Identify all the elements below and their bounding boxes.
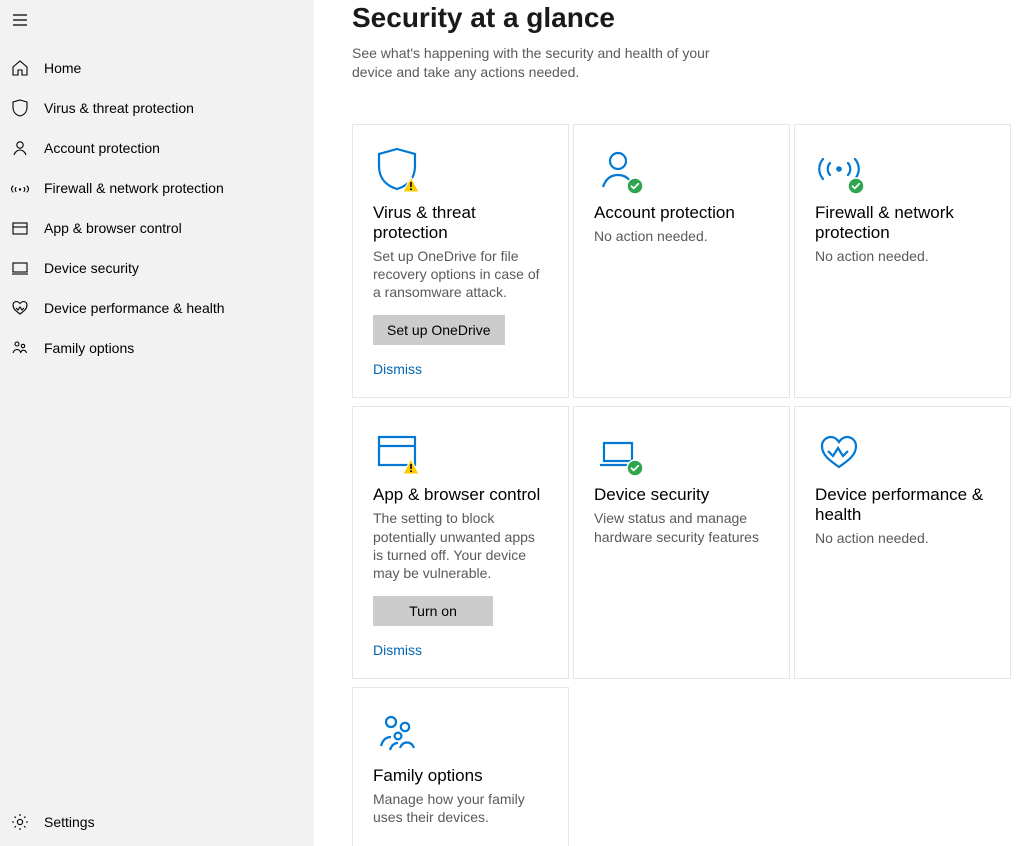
warning-badge-icon xyxy=(401,175,421,195)
hamburger-icon xyxy=(11,11,29,29)
sidebar-item-label: Family options xyxy=(44,340,134,356)
sidebar-item-label: Settings xyxy=(44,814,95,830)
card-description: Manage how your family uses their device… xyxy=(373,790,548,826)
sidebar-item-performance[interactable]: Device performance & health xyxy=(0,288,314,328)
sidebar-item-virus-threat[interactable]: Virus & threat protection xyxy=(0,88,314,128)
sidebar-item-account-protection[interactable]: Account protection xyxy=(0,128,314,168)
browser-icon xyxy=(8,218,32,238)
ok-badge-icon xyxy=(847,177,865,195)
card-title: Virus & threat protection xyxy=(373,203,548,243)
sidebar-item-home[interactable]: Home xyxy=(0,48,314,88)
family-icon xyxy=(8,338,32,358)
warning-badge-icon xyxy=(401,457,421,477)
card-title: App & browser control xyxy=(373,485,540,505)
turn-on-button[interactable]: Turn on xyxy=(373,596,493,626)
browser-icon xyxy=(373,427,421,475)
sidebar-item-app-browser[interactable]: App & browser control xyxy=(0,208,314,248)
card-title: Family options xyxy=(373,766,483,786)
card-firewall[interactable]: Firewall & network protection No action … xyxy=(794,124,1011,399)
card-title: Device security xyxy=(594,485,709,505)
card-description: No action needed. xyxy=(815,529,929,547)
card-app-browser[interactable]: App & browser control The setting to blo… xyxy=(352,406,569,679)
card-device-security[interactable]: Device security View status and manage h… xyxy=(573,406,790,679)
sidebar-item-label: Firewall & network protection xyxy=(44,180,224,196)
dismiss-link[interactable]: Dismiss xyxy=(373,361,422,377)
sidebar-item-label: Device performance & health xyxy=(44,300,225,316)
sidebar-item-label: Home xyxy=(44,60,81,76)
gear-icon xyxy=(8,812,32,832)
sidebar-item-settings[interactable]: Settings xyxy=(0,802,314,842)
page-subtitle: See what's happening with the security a… xyxy=(352,44,732,82)
card-family-options[interactable]: Family options Manage how your family us… xyxy=(352,687,569,846)
card-description: View status and manage hardware security… xyxy=(594,509,769,545)
hamburger-menu-button[interactable] xyxy=(0,4,40,36)
card-device-performance[interactable]: Device performance & health No action ne… xyxy=(794,406,1011,679)
sidebar-item-family[interactable]: Family options xyxy=(0,328,314,368)
card-description: No action needed. xyxy=(594,227,708,245)
card-title: Account protection xyxy=(594,203,735,223)
device-icon xyxy=(594,427,642,475)
ok-badge-icon xyxy=(626,177,644,195)
heart-icon xyxy=(8,298,32,318)
sidebar-item-label: Device security xyxy=(44,260,139,276)
network-icon xyxy=(815,145,863,193)
sidebar-item-device-security[interactable]: Device security xyxy=(0,248,314,288)
shield-icon xyxy=(8,98,32,118)
card-title: Firewall & network protection xyxy=(815,203,990,243)
page-title: Security at a glance xyxy=(352,2,1018,34)
dismiss-link[interactable]: Dismiss xyxy=(373,642,422,658)
card-title: Device performance & health xyxy=(815,485,990,525)
main-content: Security at a glance See what's happenin… xyxy=(314,0,1018,846)
home-icon xyxy=(8,58,32,78)
family-icon xyxy=(373,708,421,756)
shield-icon xyxy=(373,145,421,193)
card-description: The setting to block potentially unwante… xyxy=(373,509,548,582)
sidebar-item-label: Virus & threat protection xyxy=(44,100,194,116)
network-icon xyxy=(8,178,32,198)
setup-onedrive-button[interactable]: Set up OneDrive xyxy=(373,315,505,345)
nav-list: Home Virus & threat protection Account p… xyxy=(0,48,314,368)
heart-icon xyxy=(815,427,863,475)
cards-grid: Virus & threat protection Set up OneDriv… xyxy=(352,124,1018,846)
device-icon xyxy=(8,258,32,278)
card-description: No action needed. xyxy=(815,247,929,265)
ok-badge-icon xyxy=(626,459,644,477)
sidebar-item-label: Account protection xyxy=(44,140,160,156)
card-virus-threat[interactable]: Virus & threat protection Set up OneDriv… xyxy=(352,124,569,399)
person-icon xyxy=(594,145,642,193)
person-icon xyxy=(8,138,32,158)
card-account-protection[interactable]: Account protection No action needed. xyxy=(573,124,790,399)
sidebar-item-label: App & browser control xyxy=(44,220,182,236)
sidebar-item-firewall[interactable]: Firewall & network protection xyxy=(0,168,314,208)
card-description: Set up OneDrive for file recovery option… xyxy=(373,247,548,302)
sidebar: Home Virus & threat protection Account p… xyxy=(0,0,314,846)
